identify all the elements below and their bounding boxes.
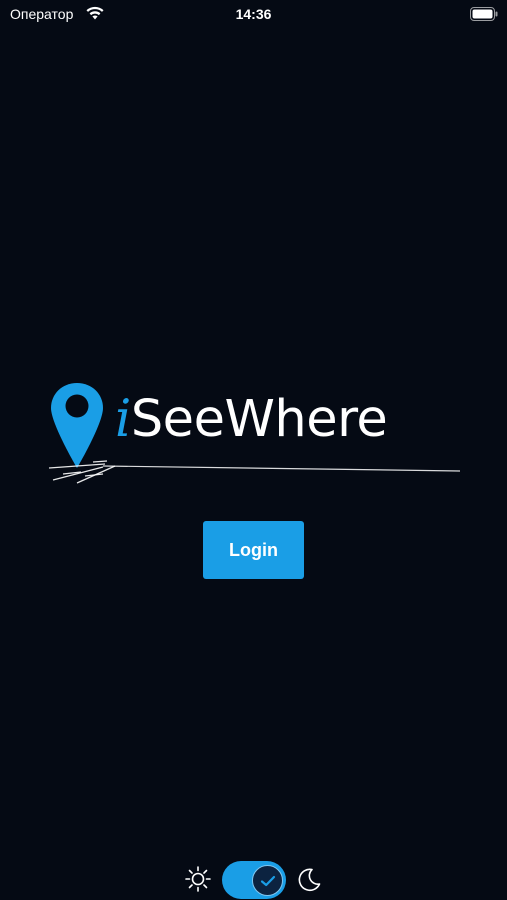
- theme-switch: [180, 855, 330, 899]
- check-icon: [260, 875, 276, 887]
- status-time: 14:36: [235, 6, 272, 22]
- logo-letter-i: i: [115, 390, 131, 449]
- logo-name: SeeWhere: [130, 390, 388, 449]
- moon-icon: [298, 868, 321, 892]
- status-bar: Оператор 14:36: [0, 0, 507, 30]
- logo-wordmark: iSeeWhere: [115, 394, 388, 445]
- dark-mode-toggle[interactable]: [222, 861, 286, 899]
- battery-icon: [470, 7, 498, 21]
- sun-icon: [185, 866, 211, 892]
- toggle-knob: [252, 865, 283, 896]
- login-button[interactable]: Login: [203, 521, 304, 579]
- app-logo: iSeeWhere: [45, 380, 465, 490]
